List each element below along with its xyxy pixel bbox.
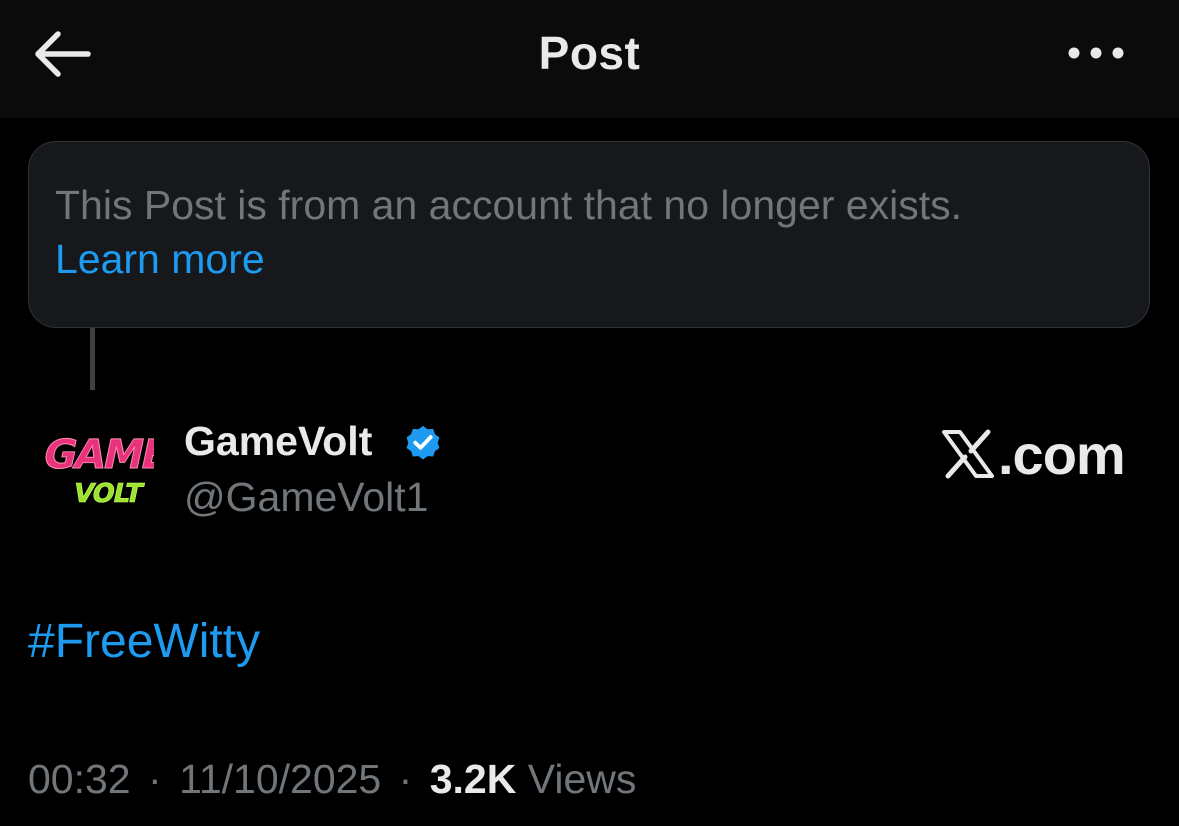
post-body-hashtag[interactable]: #FreeWitty <box>28 614 260 669</box>
notice-message: This Post is from an account that no lon… <box>55 182 962 228</box>
source-domain-text: .com <box>998 422 1126 486</box>
verified-badge-icon <box>406 425 440 460</box>
thread-connector-line <box>90 328 95 390</box>
author-display-name[interactable]: GameVolt <box>184 418 372 465</box>
more-horizontal-icon <box>1068 47 1124 59</box>
author-handle[interactable]: @GameVolt1 <box>184 474 428 521</box>
x-logo-icon <box>942 429 994 479</box>
meta-separator: · <box>398 756 413 802</box>
top-navigation-bar: Post <box>0 0 1179 118</box>
post-date[interactable]: 11/10/2025 <box>179 756 381 802</box>
post-metadata: 00:32 · 11/10/2025 · 3.2K Views <box>28 756 636 803</box>
gamevolt-logo: GAME VOLT <box>39 430 173 509</box>
avatar-text-top: GAME <box>39 430 154 477</box>
post-time[interactable]: 00:32 <box>28 756 131 802</box>
meta-separator: · <box>148 756 162 802</box>
learn-more-link[interactable]: Learn more <box>55 232 265 286</box>
views-label: Views <box>527 756 637 802</box>
source-watermark: .com <box>940 418 1140 490</box>
page-title: Post <box>538 27 641 79</box>
avatar-text-bottom: VOLT <box>71 479 146 509</box>
avatar[interactable]: GAME VOLT <box>30 418 173 518</box>
more-options-button[interactable] <box>1064 38 1128 68</box>
deleted-account-notice: This Post is from an account that no lon… <box>28 141 1150 328</box>
views-count[interactable]: 3.2K <box>430 756 517 802</box>
